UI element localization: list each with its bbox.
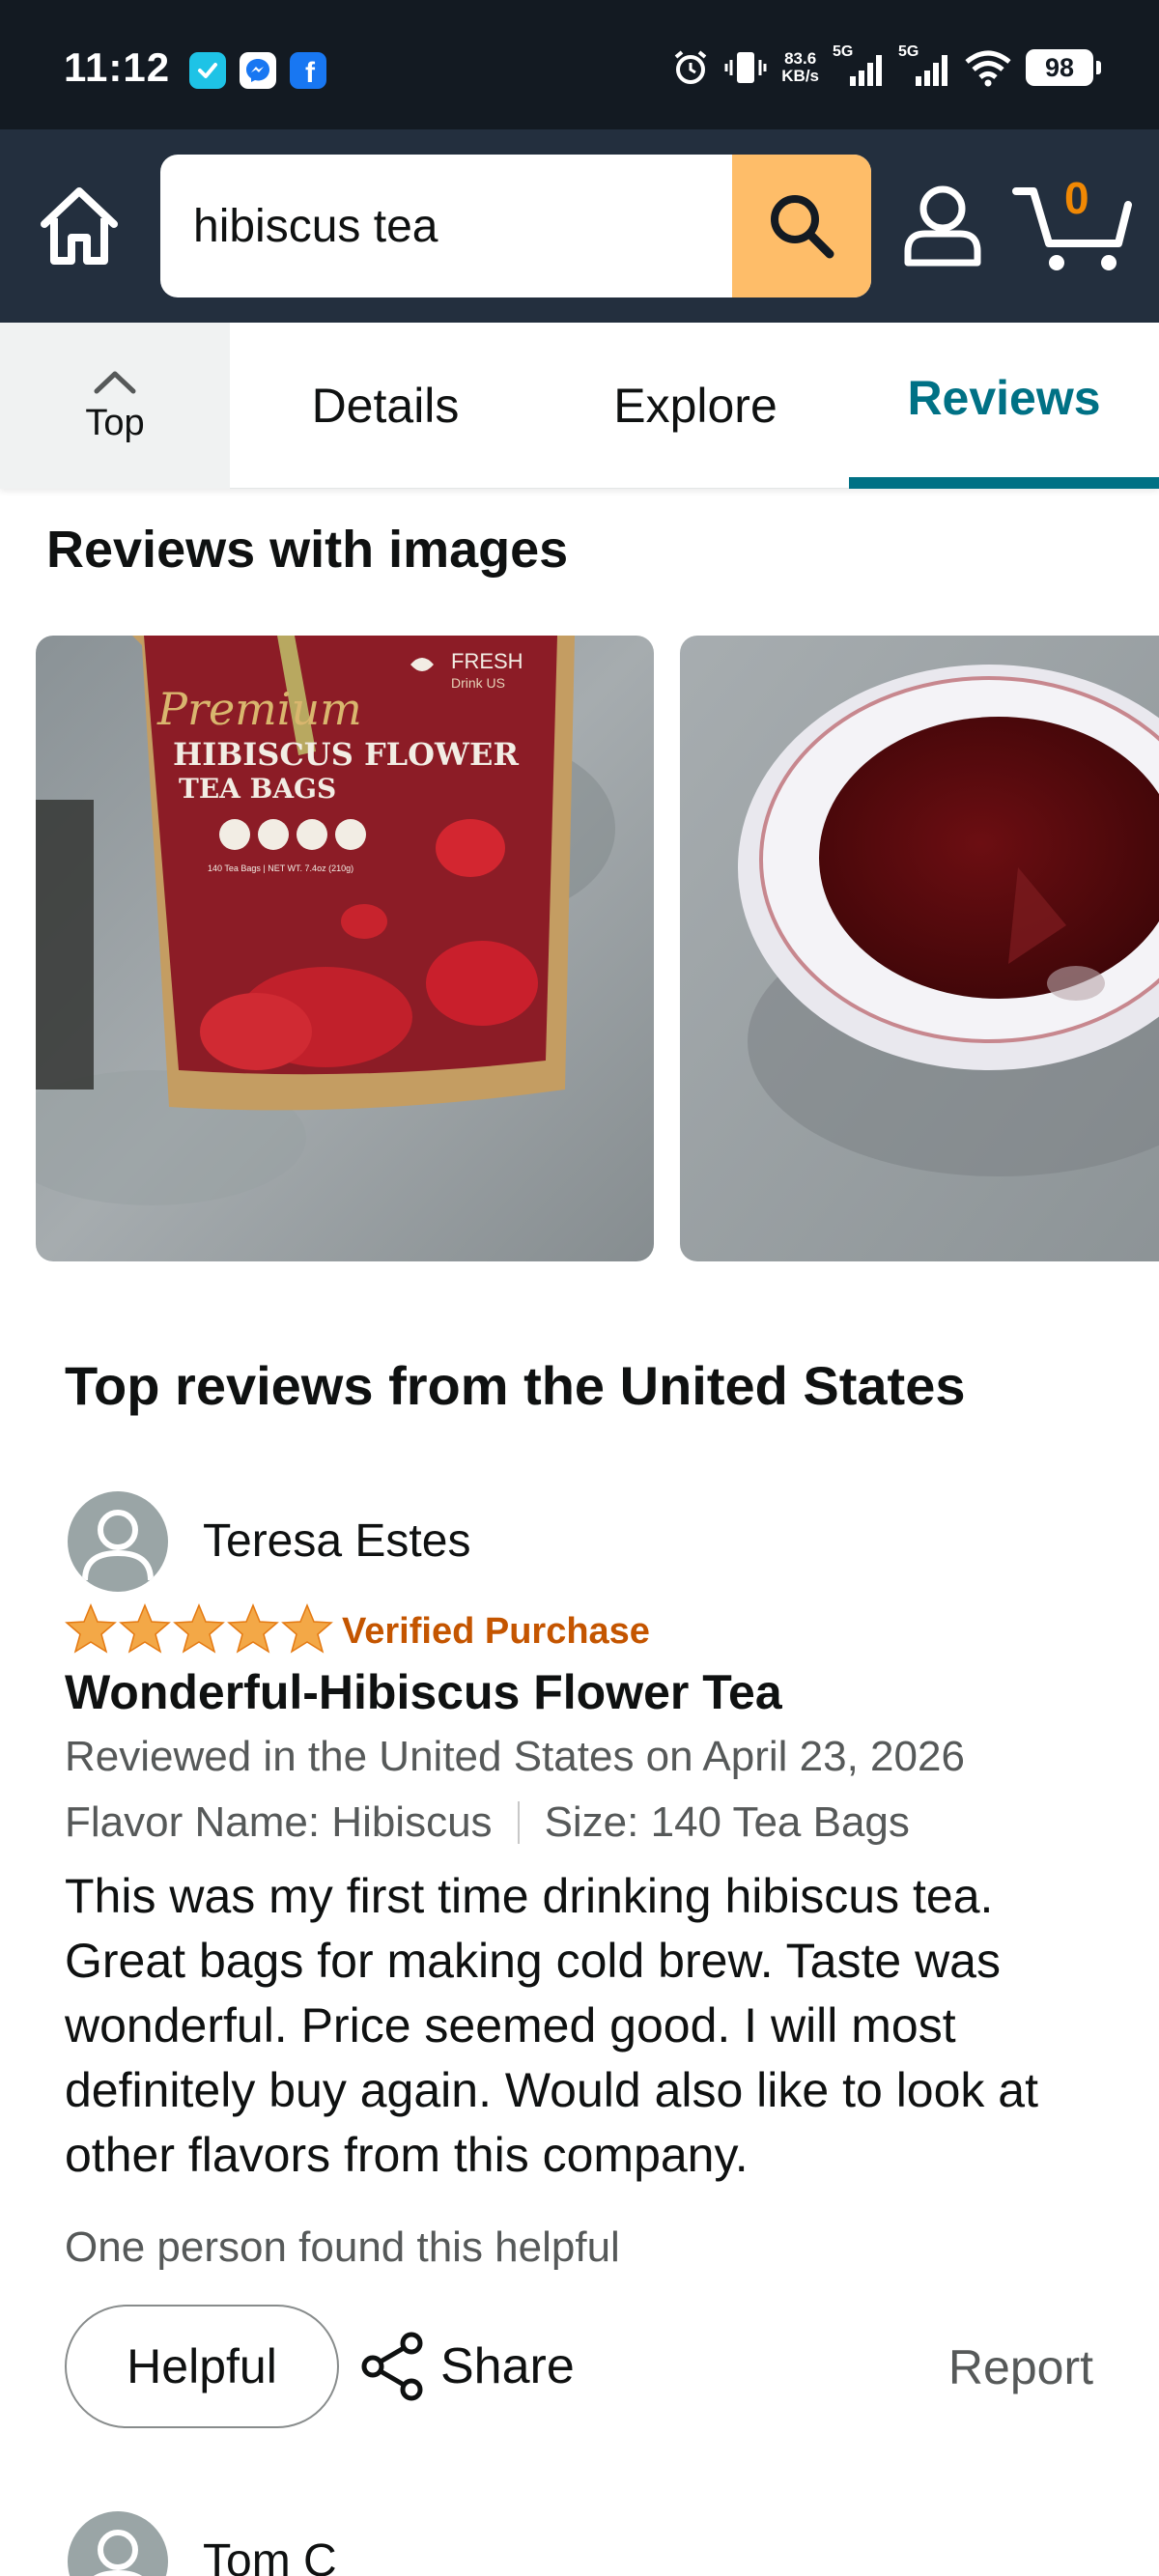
reviews-with-images-title: Reviews with images [46, 521, 569, 579]
package-line-2: TEA BAGS [179, 773, 336, 805]
messenger-icon [240, 52, 276, 89]
size-info: Size: 140 Tea Bags [544, 1798, 910, 1846]
user-icon [904, 185, 981, 267]
reviewer-name[interactable]: Teresa Estes [203, 1514, 470, 1568]
default-avatar-icon [82, 1510, 154, 1581]
helpful-button[interactable]: Helpful [65, 2305, 339, 2428]
package-script: Premium [156, 683, 362, 735]
top-reviews-title: Top reviews from the United States [65, 1355, 966, 1416]
task-app-icon [189, 52, 226, 89]
wifi-icon [965, 50, 1011, 87]
tab-explore[interactable]: Explore [580, 323, 811, 489]
star-icon [173, 1603, 225, 1654]
tab-details[interactable]: Details [269, 323, 502, 489]
next-reviewer-name[interactable]: Tom C [203, 2534, 337, 2576]
tab-top[interactable]: Top [0, 323, 230, 489]
home-icon [41, 187, 118, 265]
default-avatar-icon [94, 2530, 142, 2576]
cart-count: 0 [1064, 173, 1089, 223]
star-icon [227, 1603, 279, 1654]
signal-2: 5G [898, 43, 950, 88]
cart-button[interactable]: 0 [1012, 168, 1132, 274]
account-button[interactable] [896, 180, 989, 272]
status-bar: 11:12 f 83.6 KB/s 5G 5G 98 [0, 0, 1159, 129]
star-rating [65, 1603, 333, 1654]
search-icon [771, 195, 834, 259]
alarm-icon [674, 50, 707, 84]
facebook-icon: f [290, 52, 326, 89]
search-bar [160, 155, 871, 297]
app-header: 0 [0, 129, 1159, 323]
verified-purchase-badge: Verified Purchase [342, 1611, 650, 1652]
review-date: Reviewed in the United States on April 2… [65, 1733, 965, 1780]
network-speed: 83.6 KB/s [781, 49, 819, 85]
package-brand: FRESH [451, 649, 523, 673]
product-tabs: Top Details Explore Reviews [0, 323, 1159, 489]
active-tab-indicator [849, 477, 1159, 489]
chevron-up-icon [94, 371, 136, 393]
divider [517, 1801, 520, 1844]
star-icon [281, 1603, 333, 1654]
package-brand-sub: Drink US [451, 675, 505, 691]
tab-reviews[interactable]: Reviews [849, 315, 1159, 481]
search-button[interactable] [732, 155, 871, 297]
star-icon [119, 1603, 171, 1654]
share-icon [361, 2332, 423, 2401]
battery-indicator: 98 [1026, 49, 1101, 86]
signal-1: 5G [833, 43, 885, 88]
share-button[interactable]: Share [359, 2328, 575, 2405]
helpful-count: One person found this helpful [65, 2223, 620, 2271]
report-link[interactable]: Report [948, 2339, 1093, 2395]
status-time: 11:12 [64, 44, 171, 90]
review-title: Wonderful-Hibiscus Flower Tea [65, 1665, 782, 1719]
share-label: Share [440, 2338, 575, 2394]
package-line-1: HIBISCUS FLOWER [173, 736, 519, 773]
package-small-print: 140 Tea Bags | NET WT. 7.4oz (210g) [208, 863, 353, 873]
avatar [68, 2511, 168, 2576]
star-icon [65, 1603, 117, 1654]
review-image-1[interactable]: FRESH Drink US Premium HIBISCUS FLOWER T… [36, 636, 654, 1261]
home-button[interactable] [35, 182, 124, 270]
review-image-2[interactable] [680, 636, 1159, 1261]
review-body: This was my first time drinking hibiscus… [65, 1869, 1039, 2182]
review-variant-info: Flavor Name: Hibiscus Size: 140 Tea Bags [65, 1798, 910, 1847]
avatar [68, 1491, 168, 1592]
vibrate-icon [724, 52, 767, 83]
flavor-name: Flavor Name: Hibiscus [65, 1798, 493, 1846]
status-indicators: 83.6 KB/s 5G 5G 98 [671, 43, 1101, 91]
tab-top-label: Top [85, 402, 145, 443]
search-input[interactable] [193, 155, 734, 297]
